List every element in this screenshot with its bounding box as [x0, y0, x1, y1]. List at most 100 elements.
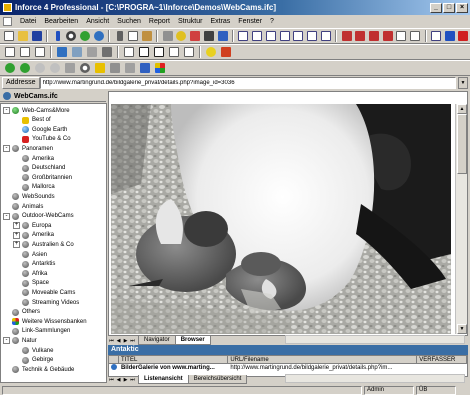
scroll-up-icon[interactable]: ▲ — [457, 104, 467, 114]
find-next-icon[interactable] — [216, 30, 229, 43]
tree-item[interactable]: Antarktis — [13, 260, 55, 269]
view-4-icon[interactable] — [278, 30, 291, 43]
tree-item[interactable]: Streaming Videos — [13, 298, 79, 307]
font-a-icon[interactable] — [137, 46, 151, 59]
collapse-icon[interactable]: - — [3, 212, 10, 220]
stop-icon[interactable] — [33, 62, 47, 75]
copy-icon[interactable] — [127, 30, 140, 43]
prev-list-tab-icon[interactable]: ◀ — [115, 376, 122, 384]
tree-item[interactable]: YouTube & Co — [13, 135, 71, 144]
tree-item[interactable]: - Panoramen — [3, 144, 53, 153]
tab-nav-arrows[interactable]: ⏮ ◀ ▶ ⏭ — [108, 337, 136, 345]
tree-item[interactable]: Others — [3, 308, 40, 317]
tree-item[interactable]: Weitere Wissensbanken — [3, 317, 87, 326]
prev-tab-icon[interactable]: ◀ — [115, 337, 122, 345]
tree-item[interactable]: + Europa — [13, 221, 51, 230]
tree-item[interactable]: Gebirge — [13, 356, 53, 365]
expand-icon[interactable]: + — [13, 241, 20, 249]
maximize-button[interactable]: □ — [443, 2, 455, 13]
tree-item[interactable]: + Australien & Co — [13, 240, 74, 249]
tree-item[interactable]: - Outdoor-WebCams — [3, 212, 74, 221]
menu-bearbeiten[interactable]: Bearbeiten — [40, 18, 82, 25]
new-icon[interactable] — [3, 30, 16, 43]
columns-icon[interactable] — [182, 46, 196, 59]
document-icon[interactable] — [3, 17, 12, 26]
move-down-icon[interactable] — [381, 30, 394, 43]
grid-icon[interactable] — [33, 46, 47, 59]
image-icon[interactable] — [70, 46, 84, 59]
menu-datei[interactable]: Datei — [16, 18, 40, 25]
collapse-icon[interactable] — [409, 30, 422, 43]
menu-ansicht[interactable]: Ansicht — [82, 18, 113, 25]
next-list-tab-icon[interactable]: ▶ — [122, 376, 129, 384]
browser-horizontal-scrollbar[interactable] — [285, 335, 465, 344]
expand-icon[interactable]: + — [13, 231, 20, 239]
font-a-large-icon[interactable] — [152, 46, 166, 59]
delete-icon[interactable] — [457, 30, 470, 43]
first-list-tab-icon[interactable]: ⏮ — [108, 376, 115, 384]
help-icon[interactable] — [175, 30, 188, 43]
back-icon[interactable] — [3, 62, 17, 75]
minimize-button[interactable]: _ — [430, 2, 442, 13]
list-tab-nav-arrows[interactable]: ⏮ ◀ ▶ ⏭ — [108, 376, 136, 384]
col-title-header[interactable]: TITEL — [118, 356, 229, 364]
tree-item[interactable]: Best of — [13, 116, 51, 125]
mail-icon[interactable] — [138, 62, 152, 75]
home-icon[interactable] — [63, 62, 77, 75]
tree-item[interactable]: Großbritannien — [13, 173, 72, 182]
tree-item[interactable]: Moveable Cams — [13, 288, 75, 297]
move-up-icon[interactable] — [368, 30, 381, 43]
properties-icon[interactable] — [51, 30, 64, 43]
view-1-icon[interactable] — [237, 30, 250, 43]
view-2-icon[interactable] — [251, 30, 264, 43]
tree-item[interactable]: Link-Sammlungen — [3, 327, 70, 336]
browser-vertical-scrollbar[interactable]: ▲ ▼ — [455, 104, 467, 334]
tab-listenansicht[interactable]: Listenansicht — [138, 375, 189, 384]
windows-icon[interactable] — [153, 62, 167, 75]
video-icon[interactable] — [100, 46, 114, 59]
list-icon[interactable] — [18, 46, 32, 59]
tree-item[interactable]: Vulkane — [13, 346, 53, 355]
menu-struktur[interactable]: Struktur — [174, 18, 207, 25]
tree-item[interactable]: WebSounds — [3, 192, 55, 201]
tab-browser[interactable]: Browser — [174, 336, 211, 345]
col-author-header[interactable]: VERFASSER — [417, 356, 467, 364]
menu-suchen[interactable]: Suchen — [113, 18, 145, 25]
print-icon[interactable] — [161, 30, 174, 43]
binoculars-icon[interactable] — [203, 30, 216, 43]
tree-item[interactable]: Google Earth — [13, 125, 67, 134]
menu-help[interactable]: ? — [266, 18, 278, 25]
view-7-icon[interactable] — [319, 30, 332, 43]
address-input[interactable] — [39, 77, 456, 89]
history-icon[interactable] — [108, 62, 122, 75]
color-icon[interactable] — [219, 46, 233, 59]
reload-icon[interactable] — [48, 62, 62, 75]
open-icon[interactable] — [17, 30, 30, 43]
check-icon[interactable] — [443, 30, 456, 43]
tree-item[interactable]: Technik & Gebäude — [3, 365, 74, 374]
sound-icon[interactable] — [85, 46, 99, 59]
tree-item[interactable]: Afrika — [13, 269, 47, 278]
expand-icon[interactable]: + — [13, 222, 20, 230]
table-row[interactable]: BilderGalerie von www.marting... http://… — [109, 364, 467, 372]
collapse-icon[interactable]: - — [3, 107, 10, 114]
tree-item[interactable]: + Amerika — [13, 231, 54, 240]
tree-view[interactable]: - Web-Cams&More Best of Google Earth YouTube… — [0, 103, 107, 383]
tree-item[interactable]: Amerika — [13, 154, 54, 163]
align-icon[interactable] — [167, 46, 181, 59]
move-left-icon[interactable] — [340, 30, 353, 43]
insert-icon[interactable] — [122, 46, 136, 59]
close-button[interactable]: × — [456, 2, 468, 13]
menu-extras[interactable]: Extras — [206, 18, 234, 25]
collapse-icon[interactable]: - — [3, 337, 10, 345]
search-web-icon[interactable] — [78, 62, 92, 75]
view-5-icon[interactable] — [292, 30, 305, 43]
smiley-icon[interactable] — [204, 46, 218, 59]
favorites-icon[interactable] — [93, 62, 107, 75]
refresh-icon[interactable] — [79, 30, 92, 43]
search-icon[interactable] — [65, 30, 78, 43]
last-list-tab-icon[interactable]: ⏭ — [129, 376, 136, 384]
tree-item[interactable]: Asien — [13, 250, 47, 259]
link-icon[interactable] — [55, 46, 69, 59]
move-right-icon[interactable] — [354, 30, 367, 43]
